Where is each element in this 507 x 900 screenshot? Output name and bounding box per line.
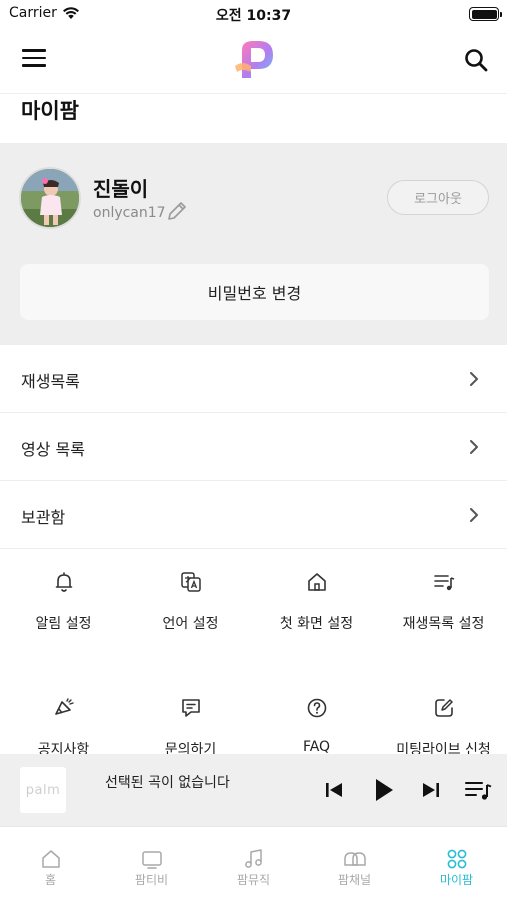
tab-palm-channel[interactable]: 팜채널 bbox=[304, 827, 405, 900]
grid-item-label: FAQ bbox=[302, 739, 331, 755]
chevron-right-icon bbox=[470, 508, 478, 522]
menu-item-video-list[interactable]: 영상 목록 bbox=[0, 413, 507, 481]
profile-section: 진돌이 onlycan17 로그아웃 비밀번호 변경 bbox=[0, 143, 507, 345]
bottom-tab-bar: 홈 팜티비 팜뮤직 팜채널 마이팜 bbox=[0, 826, 507, 900]
page-title: 마이팜 bbox=[21, 99, 79, 123]
tab-label: 팜뮤직 bbox=[236, 873, 271, 887]
playlist-queue-button[interactable] bbox=[464, 776, 492, 804]
playlist-settings-button[interactable]: 재생목록 설정 bbox=[380, 550, 507, 660]
chevron-right-icon bbox=[470, 372, 478, 386]
playlist-icon bbox=[433, 575, 454, 591]
channel-icon bbox=[343, 852, 366, 866]
grid-icon bbox=[447, 849, 466, 869]
home-icon bbox=[307, 573, 326, 591]
play-button[interactable] bbox=[368, 775, 398, 805]
search-button[interactable] bbox=[463, 47, 489, 73]
top-nav-bar bbox=[0, 28, 507, 94]
pencil-icon bbox=[168, 202, 186, 220]
now-playing-text: 선택된 곡이 없습니다 bbox=[105, 775, 230, 791]
grid-item-label: 첫 화면 설정 bbox=[279, 616, 354, 632]
profile-user-id: onlycan17 bbox=[93, 205, 166, 221]
tab-label: 마이팜 bbox=[439, 873, 474, 887]
edit-profile-button[interactable] bbox=[165, 199, 189, 223]
next-track-button[interactable] bbox=[417, 776, 445, 804]
notification-settings-button[interactable]: 알림 설정 bbox=[0, 550, 127, 660]
grid-item-label: 알림 설정 bbox=[35, 616, 92, 632]
battery-icon bbox=[469, 7, 502, 21]
bell-icon bbox=[55, 572, 72, 592]
menu-item-label: 재생목록 bbox=[21, 372, 80, 391]
grid-item-label: 재생목록 설정 bbox=[402, 616, 485, 632]
home-icon bbox=[41, 850, 60, 868]
hamburger-icon bbox=[22, 49, 46, 52]
chevron-right-icon bbox=[470, 440, 478, 454]
change-password-button[interactable]: 비밀번호 변경 bbox=[20, 264, 489, 320]
menu-item-label: 보관함 bbox=[21, 508, 66, 527]
status-bar: Carrier 오전 10:37 bbox=[0, 0, 507, 28]
avatar bbox=[19, 167, 81, 229]
question-icon bbox=[307, 698, 326, 718]
menu-item-label: 영상 목록 bbox=[21, 440, 85, 459]
logout-button[interactable]: 로그아웃 bbox=[387, 180, 489, 215]
hamburger-menu-button[interactable] bbox=[22, 49, 48, 71]
translate-icon bbox=[180, 572, 201, 592]
tab-label: 팜티비 bbox=[134, 873, 169, 887]
chat-icon bbox=[181, 699, 200, 717]
grid-item-label: 언어 설정 bbox=[162, 616, 219, 632]
menu-list: 재생목록 영상 목록 보관함 bbox=[0, 345, 507, 549]
home-screen-settings-button[interactable]: 첫 화면 설정 bbox=[253, 550, 380, 660]
music-icon bbox=[244, 849, 262, 868]
palm-logo bbox=[235, 41, 273, 78]
tab-home[interactable]: 홈 bbox=[0, 827, 101, 900]
tab-label: 팜채널 bbox=[337, 873, 372, 887]
previous-track-button[interactable] bbox=[320, 776, 348, 804]
mini-player[interactable]: palm 선택된 곡이 없습니다 bbox=[0, 754, 507, 826]
tab-label: 홈 bbox=[44, 873, 57, 887]
edit-icon bbox=[434, 699, 453, 717]
language-settings-button[interactable]: 언어 설정 bbox=[127, 550, 254, 660]
menu-item-storage[interactable]: 보관함 bbox=[0, 481, 507, 549]
tab-palm-tv[interactable]: 팜티비 bbox=[101, 827, 202, 900]
megaphone-icon bbox=[54, 698, 74, 715]
tab-my-palm[interactable]: 마이팜 bbox=[406, 827, 507, 900]
tv-icon bbox=[141, 851, 162, 869]
tab-palm-music[interactable]: 팜뮤직 bbox=[203, 827, 304, 900]
album-thumbnail: palm bbox=[20, 767, 66, 813]
profile-name: 진돌이 bbox=[93, 177, 149, 201]
status-time: 오전 10:37 bbox=[215, 8, 292, 24]
menu-item-playlist[interactable]: 재생목록 bbox=[0, 345, 507, 413]
